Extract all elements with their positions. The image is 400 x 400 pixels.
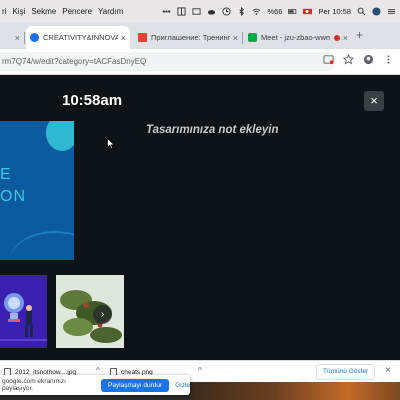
chevron-up-icon[interactable]: ^ — [198, 366, 202, 375]
tab-meet[interactable]: Meet - jzu-zbao-wwm × — [244, 26, 352, 49]
tab-label: Meet - jzu-zbao-wwm — [261, 33, 330, 42]
hide-button[interactable]: Gizle — [175, 382, 190, 389]
flag-tr-icon[interactable] — [303, 7, 313, 16]
screen-icon[interactable] — [192, 7, 202, 16]
notes-placeholder[interactable]: Tasarımınıza not ekleyin — [146, 124, 279, 136]
clock-icon[interactable] — [222, 6, 232, 16]
menu-item-people[interactable]: Kişi — [12, 7, 31, 16]
bookmark-star-icon[interactable] — [343, 54, 354, 65]
tab-previous[interactable]: × — [0, 26, 24, 49]
menu-item-view[interactable]: ri — [2, 7, 12, 16]
tab-invitation[interactable]: Приглашение: Тренинг "Кре × — [134, 26, 242, 49]
menu-item-tab[interactable]: Sekme — [31, 7, 62, 16]
show-all-downloads-button[interactable]: Tümünü Göster — [316, 364, 376, 380]
presenter-clock: 10:58am — [62, 92, 123, 109]
battery-percent[interactable]: %66 — [267, 7, 282, 16]
status-icons: %66 Per 10:58 — [162, 0, 396, 22]
profile-icon[interactable] — [363, 54, 374, 65]
menubar-clock[interactable]: Per 10:58 — [318, 7, 351, 16]
cast-icon[interactable] — [323, 54, 334, 65]
canva-favicon-icon — [30, 33, 39, 42]
close-presenter-button[interactable]: × — [364, 91, 384, 111]
menu-list-icon[interactable] — [387, 7, 396, 16]
close-icon[interactable]: × — [385, 365, 391, 376]
slide-title-line2: ON — [0, 188, 26, 205]
spotlight-icon[interactable] — [357, 7, 366, 16]
chevron-up-icon[interactable]: ^ — [96, 366, 100, 375]
battery-icon[interactable] — [288, 7, 297, 16]
share-message: google.com ekranınızı paylaşıyor. — [2, 378, 66, 392]
tab-label: Приглашение: Тренинг "Кре — [151, 33, 230, 42]
slide-curve — [10, 231, 74, 260]
desktop-wallpaper — [190, 382, 400, 400]
user-avatar-icon[interactable] — [372, 6, 381, 16]
lightbulb-illustration-icon — [0, 275, 47, 348]
lastpass-icon[interactable] — [162, 7, 171, 16]
slide-decoration — [46, 121, 74, 151]
gmail-favicon-icon — [138, 33, 147, 42]
wifi-icon[interactable] — [252, 7, 261, 16]
close-icon[interactable]: × — [12, 33, 20, 43]
next-slide-button[interactable]: › — [93, 305, 112, 324]
browser-tab-strip: × CREATIVITY&INNOVATION × Приглашение: Т… — [0, 22, 400, 49]
current-slide-preview[interactable]: E ON — [0, 121, 74, 260]
menu-item-help[interactable]: Yardım — [98, 7, 129, 16]
dock-strip — [0, 395, 190, 400]
cloud-icon[interactable] — [207, 7, 216, 16]
mouse-cursor-icon — [107, 138, 115, 149]
menu-items: ri Kişi Sekme Pencere Yardım — [0, 7, 129, 16]
menu-item-window[interactable]: Pencere — [62, 7, 98, 16]
address-toolbar: rm7Q74/w/edit?category=tACFasDnyEQ — [0, 49, 400, 75]
screen-share-bar: google.com ekranınızı paylaşıyor. Paylaş… — [0, 375, 190, 395]
slide-thumbnail-lightbulb[interactable] — [0, 275, 47, 348]
more-menu-icon[interactable] — [383, 54, 394, 65]
meet-favicon-icon — [248, 33, 257, 42]
url-bar[interactable]: rm7Q74/w/edit?category=tACFasDnyEQ — [0, 52, 336, 71]
mac-menu-bar: ri Kişi Sekme Pencere Yardım %66 Per 10:… — [0, 0, 400, 22]
close-icon[interactable]: × — [340, 33, 348, 43]
slide-title-line1: E — [0, 166, 12, 183]
tab-creativity-innovation[interactable]: CREATIVITY&INNOVATION × — [26, 26, 130, 49]
new-tab-button[interactable]: + — [356, 28, 363, 42]
screen: ri Kişi Sekme Pencere Yardım %66 Per 10:… — [0, 0, 400, 400]
presenter-view: 10:58am × Tasarımınıza not ekleyin E ON — [0, 75, 400, 360]
url-text[interactable]: rm7Q74/w/edit?category=tACFasDnyEQ — [2, 57, 146, 66]
slide-thumbnail-plants[interactable] — [56, 275, 124, 348]
toolbar-icons — [323, 54, 394, 65]
stop-sharing-button[interactable]: Paylaşmayı durdur — [100, 378, 170, 392]
tab-label: CREATIVITY&INNOVATION — [43, 33, 118, 42]
plants-photo-icon — [56, 275, 124, 348]
close-icon[interactable]: × — [118, 33, 126, 43]
bluetooth-icon[interactable] — [237, 6, 246, 16]
grid-icon[interactable] — [177, 6, 187, 16]
close-icon[interactable]: × — [230, 33, 238, 43]
